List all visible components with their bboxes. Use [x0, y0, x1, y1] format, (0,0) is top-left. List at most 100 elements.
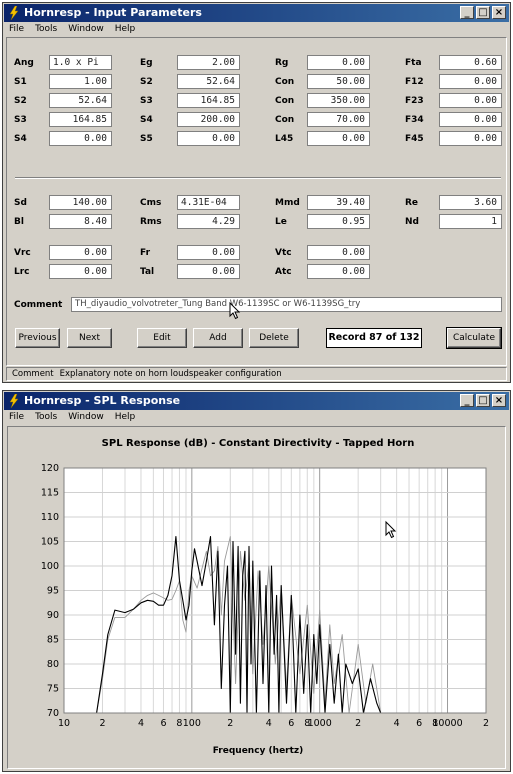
- param-label: Lrc: [14, 267, 30, 277]
- add-button[interactable]: Add: [193, 328, 243, 348]
- close-button[interactable]: ×: [492, 394, 506, 407]
- y-tick-label: 90: [47, 610, 59, 621]
- title-bar[interactable]: Hornresp - SPL Response _ □ ×: [4, 392, 509, 410]
- param-label: Rg: [275, 58, 289, 68]
- x-tick-label: 6: [288, 718, 294, 729]
- x-tick-label: 4: [266, 718, 272, 729]
- input-parameters-window: Hornresp - Input Parameters _ □ × File To…: [2, 2, 511, 383]
- y-tick-label: 75: [47, 684, 59, 695]
- param-field[interactable]: 1.00: [49, 74, 112, 89]
- menu-tools[interactable]: Tools: [35, 412, 57, 422]
- param-label: Cms: [140, 198, 162, 208]
- status-text: Explanatory note on horn loudspeaker con…: [59, 369, 282, 379]
- param-field[interactable]: 1.0 x Pi: [49, 55, 112, 70]
- param-field[interactable]: 70.00: [307, 112, 370, 127]
- menu-help[interactable]: Help: [115, 24, 136, 34]
- x-tick-label: 4: [138, 718, 144, 729]
- spl-response-window: Hornresp - SPL Response _ □ × File Tools W…: [2, 390, 511, 772]
- comment-label: Comment: [14, 300, 63, 310]
- param-field[interactable]: 4.31E-04: [177, 195, 240, 210]
- plot-area: SPL Response (dB) - Constant Directivity…: [7, 426, 506, 769]
- y-tick-label: 80: [47, 659, 59, 670]
- close-button[interactable]: ×: [492, 6, 506, 19]
- param-field[interactable]: 0.00: [439, 112, 502, 127]
- x-tick-label: 1000: [308, 718, 332, 729]
- menu-tools[interactable]: Tools: [35, 24, 57, 34]
- record-indicator: Record 87 of 132: [326, 328, 422, 348]
- param-label: S2: [140, 77, 153, 87]
- param-field[interactable]: 0.00: [439, 93, 502, 108]
- param-label: Con: [275, 96, 295, 106]
- param-field[interactable]: 50.00: [307, 74, 370, 89]
- menu-file[interactable]: File: [9, 412, 24, 422]
- x-tick-label: 2: [483, 718, 489, 729]
- param-label: Nd: [405, 217, 419, 227]
- x-tick-label: 6: [160, 718, 166, 729]
- param-field[interactable]: 140.00: [49, 195, 112, 210]
- param-label: Vtc: [275, 248, 292, 258]
- param-field[interactable]: 0.95: [307, 214, 370, 229]
- param-field[interactable]: 0.00: [307, 245, 370, 260]
- param-field[interactable]: 2.00: [177, 55, 240, 70]
- param-field[interactable]: 0.00: [307, 264, 370, 279]
- param-label: Re: [405, 198, 419, 208]
- param-label: Tal: [140, 267, 155, 277]
- param-label: F23: [405, 96, 424, 106]
- param-field[interactable]: 1: [439, 214, 502, 229]
- menu-window[interactable]: Window: [68, 24, 104, 34]
- param-label: Ang: [14, 58, 34, 68]
- y-tick-label: 100: [41, 561, 59, 572]
- minimize-button[interactable]: _: [460, 394, 474, 407]
- menu-file[interactable]: File: [9, 24, 24, 34]
- param-field[interactable]: 350.00: [307, 93, 370, 108]
- param-label: F34: [405, 115, 424, 125]
- param-field[interactable]: 52.64: [177, 74, 240, 89]
- previous-button[interactable]: Previous: [15, 328, 60, 348]
- param-field[interactable]: 8.40: [49, 214, 112, 229]
- title-bar[interactable]: Hornresp - Input Parameters _ □ ×: [4, 4, 509, 22]
- param-field[interactable]: 0.60: [439, 55, 502, 70]
- param-field[interactable]: 0.00: [49, 245, 112, 260]
- param-field[interactable]: 39.40: [307, 195, 370, 210]
- param-label: F12: [405, 77, 424, 87]
- param-field[interactable]: 0.00: [307, 131, 370, 146]
- x-tick-label: 2: [99, 718, 105, 729]
- calculate-button[interactable]: Calculate: [446, 327, 502, 349]
- param-field[interactable]: 0.00: [439, 74, 502, 89]
- window-title: Hornresp - Input Parameters: [24, 6, 202, 19]
- param-field[interactable]: 164.85: [49, 112, 112, 127]
- menu-window[interactable]: Window: [68, 412, 104, 422]
- param-field[interactable]: 0.00: [177, 131, 240, 146]
- param-label: Sd: [14, 198, 27, 208]
- param-field[interactable]: 0.00: [307, 55, 370, 70]
- param-field[interactable]: 0.00: [177, 245, 240, 260]
- param-field[interactable]: 3.60: [439, 195, 502, 210]
- menu-help[interactable]: Help: [115, 412, 136, 422]
- param-field[interactable]: 200.00: [177, 112, 240, 127]
- param-field[interactable]: 52.64: [49, 93, 112, 108]
- param-field[interactable]: 164.85: [177, 93, 240, 108]
- param-label: L45: [275, 134, 294, 144]
- maximize-button[interactable]: □: [476, 6, 490, 19]
- param-field[interactable]: 0.00: [177, 264, 240, 279]
- next-button[interactable]: Next: [67, 328, 112, 348]
- delete-button[interactable]: Delete: [249, 328, 299, 348]
- x-tick-label: 4: [394, 718, 400, 729]
- separator: [15, 177, 501, 179]
- maximize-button[interactable]: □: [476, 394, 490, 407]
- edit-button[interactable]: Edit: [137, 328, 187, 348]
- param-label: Atc: [275, 267, 292, 277]
- x-tick-label: 6: [416, 718, 422, 729]
- param-field[interactable]: 0.00: [439, 131, 502, 146]
- param-field[interactable]: 4.29: [177, 214, 240, 229]
- param-label: S4: [140, 115, 153, 125]
- param-field[interactable]: 0.00: [49, 131, 112, 146]
- param-label: Mmd: [275, 198, 300, 208]
- param-field[interactable]: 0.00: [49, 264, 112, 279]
- menu-bar: File Tools Window Help: [4, 410, 509, 424]
- param-label: S3: [14, 115, 27, 125]
- param-label: Eg: [140, 58, 153, 68]
- comment-field[interactable]: TH_diyaudio_volvotreter_Tung Band W6-113…: [71, 297, 502, 312]
- param-label: Fr: [140, 248, 151, 258]
- minimize-button[interactable]: _: [460, 6, 474, 19]
